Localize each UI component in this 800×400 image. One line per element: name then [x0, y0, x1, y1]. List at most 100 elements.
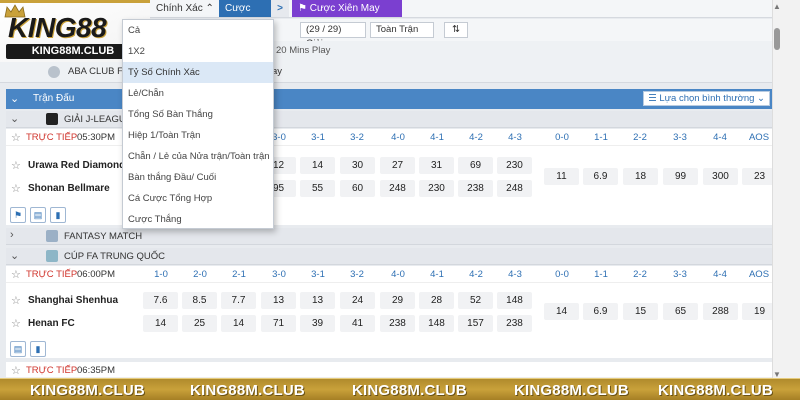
dropdown-item[interactable]: 1X2: [123, 41, 273, 62]
tab-chinh-xac-label: Chính Xác: [156, 3, 203, 14]
score-header: AOS: [748, 132, 770, 143]
odds-cell[interactable]: 18: [623, 168, 658, 185]
odds-cell[interactable]: 41: [340, 315, 375, 332]
score-header: 1-0: [154, 269, 168, 280]
dropdown-item[interactable]: Hiệp 1/Toàn Trận: [123, 125, 273, 146]
watermark-text: KING88M.CLUB: [658, 382, 773, 399]
star-icon[interactable]: ☆: [11, 131, 21, 144]
star-icon[interactable]: ☆: [11, 182, 21, 195]
odds-cell[interactable]: 6.9: [583, 168, 618, 185]
watermark-text: KING88M.CLUB: [190, 382, 305, 399]
odds-cell[interactable]: 238: [458, 180, 493, 197]
league-name: CÚP FA TRUNG QUỐC: [64, 251, 165, 262]
tab-cuoc-xien-may-man[interactable]: ⚑ Cược Xiên May Mắn: [292, 0, 402, 31]
toan-tran-select[interactable]: Toàn Trận ⌄: [370, 22, 434, 49]
odds-cell[interactable]: 238: [497, 315, 532, 332]
odds-cell[interactable]: 13: [261, 292, 296, 309]
league-row[interactable]: ⌄ CÚP FA TRUNG QUỐC: [6, 248, 772, 265]
scrollbar[interactable]: ▲ ▼: [772, 0, 800, 379]
watermark-text: KING88M.CLUB: [514, 382, 629, 399]
sort-select[interactable]: ☰ Lựa chọn bình thường ⌄: [643, 91, 770, 106]
odds-cell[interactable]: 29: [380, 292, 415, 309]
dropdown-item[interactable]: Tổng Số Bàn Thắng: [123, 104, 273, 125]
scroll-up-icon[interactable]: ▲: [773, 2, 781, 11]
odds-cell[interactable]: 65: [663, 303, 698, 320]
odds-cell[interactable]: 25: [182, 315, 217, 332]
odds-cell[interactable]: 27: [380, 157, 415, 174]
odds-cell[interactable]: 300: [703, 168, 738, 185]
dropdown-item[interactable]: Cả: [123, 20, 273, 41]
league-name: FANTASY MATCH: [64, 231, 143, 242]
odds-cell[interactable]: 248: [497, 180, 532, 197]
odds-cell[interactable]: 28: [419, 292, 454, 309]
odds-cell[interactable]: 248: [380, 180, 415, 197]
scrollbar-thumb[interactable]: [774, 28, 780, 50]
tab-cuoc-xien[interactable]: Cược Xiên: [219, 0, 271, 31]
score-header: 0-0: [555, 132, 569, 143]
dropdown-item-selected[interactable]: Tỷ Số Chính Xác: [123, 62, 273, 83]
star-icon[interactable]: ☆: [11, 294, 21, 307]
match-head-row: ☆ TRỰC TIẾP 06:00PM 1-0 2-0 2-1 3-0 3-1 …: [6, 266, 772, 283]
odds-cell[interactable]: 238: [380, 315, 415, 332]
brand-sub: KING88M.CLUB: [6, 44, 140, 59]
league-row[interactable]: › FANTASY MATCH: [6, 228, 772, 245]
odds-cell[interactable]: 69: [458, 157, 493, 174]
odds-cell[interactable]: 14: [221, 315, 256, 332]
up-down-sort-icon[interactable]: ⇅: [444, 22, 468, 38]
odds-cell[interactable]: 55: [300, 180, 335, 197]
odds-cell[interactable]: 8.5: [182, 292, 217, 309]
odds-cell[interactable]: 7.6: [143, 292, 178, 309]
league-row[interactable]: ⌄ GIẢI J-LEAGUE: [6, 111, 772, 128]
odds-cell[interactable]: 24: [340, 292, 375, 309]
odds-cell[interactable]: 60: [340, 180, 375, 197]
odds-cell[interactable]: 11: [544, 168, 579, 185]
scoreboard-icon[interactable]: ▤: [30, 207, 46, 223]
odds-cell[interactable]: 6.9: [583, 303, 618, 320]
stadium-icon[interactable]: ⚑: [10, 207, 26, 223]
odds-cell[interactable]: 148: [497, 292, 532, 309]
odds-cell[interactable]: 99: [663, 168, 698, 185]
score-header: 3-3: [673, 269, 687, 280]
odds-cell[interactable]: 14: [300, 157, 335, 174]
giai-select[interactable]: (29 / 29) Giải: [300, 22, 366, 49]
home-team-name: Urawa Red Diamond: [28, 160, 126, 171]
dropdown-item[interactable]: Cược Thắng: [123, 209, 273, 230]
match-head-row: ☆ TRỰC TIẾP 06:35PM: [6, 362, 772, 378]
odds-cell[interactable]: 15: [623, 303, 658, 320]
odds-cell[interactable]: 157: [458, 315, 493, 332]
dropdown-item[interactable]: Cá Cược Tổng Hợp: [123, 188, 273, 209]
star-icon[interactable]: ☆: [11, 317, 21, 330]
odds-cell[interactable]: 14: [544, 303, 579, 320]
star-icon[interactable]: ☆: [11, 364, 21, 377]
odds-cell[interactable]: 7.7: [221, 292, 256, 309]
collapse-chevron-icon[interactable]: ⌄: [10, 92, 19, 105]
bet-type-dropdown: Cả 1X2 Tỷ Số Chính Xác Lẻ/Chẵn Tổng Số B…: [122, 19, 274, 229]
star-icon[interactable]: ☆: [11, 268, 21, 281]
dropdown-item[interactable]: Bàn thắng Đầu/ Cuối: [123, 167, 273, 188]
odds-cell[interactable]: 288: [703, 303, 738, 320]
odds-cell[interactable]: 148: [419, 315, 454, 332]
odds-cell[interactable]: 230: [419, 180, 454, 197]
odds-cell[interactable]: 71: [261, 315, 296, 332]
chevron-down-icon: ⌄: [757, 93, 765, 104]
odds-cell[interactable]: 52: [458, 292, 493, 309]
stats-chart-icon[interactable]: ▮: [30, 341, 46, 357]
dropdown-item[interactable]: Lẻ/Chẵn: [123, 83, 273, 104]
odds-cell[interactable]: 30: [340, 157, 375, 174]
dropdown-item[interactable]: Chẵn / Lẻ của Nửa trận/Toàn trận: [123, 146, 273, 167]
stats-chart-icon[interactable]: ▮: [50, 207, 66, 223]
star-icon[interactable]: ☆: [11, 159, 21, 172]
scoreboard-icon[interactable]: ▤: [10, 341, 26, 357]
chevron-down-icon: ⌄: [10, 113, 20, 125]
match-time: 06:35PM: [77, 365, 116, 376]
odds-cell[interactable]: 39: [300, 315, 335, 332]
tab-chinh-xac[interactable]: Chính Xác ⌃: [150, 0, 220, 17]
tab-arrow-button[interactable]: >: [271, 0, 289, 17]
odds-cell[interactable]: 31: [419, 157, 454, 174]
odds-cell[interactable]: 230: [497, 157, 532, 174]
odds-cell[interactable]: 13: [300, 292, 335, 309]
league-logo-icon: [46, 113, 58, 125]
score-header: AOS: [748, 269, 770, 280]
watermark-text: KING88M.CLUB: [30, 382, 145, 399]
odds-cell[interactable]: 14: [143, 315, 178, 332]
